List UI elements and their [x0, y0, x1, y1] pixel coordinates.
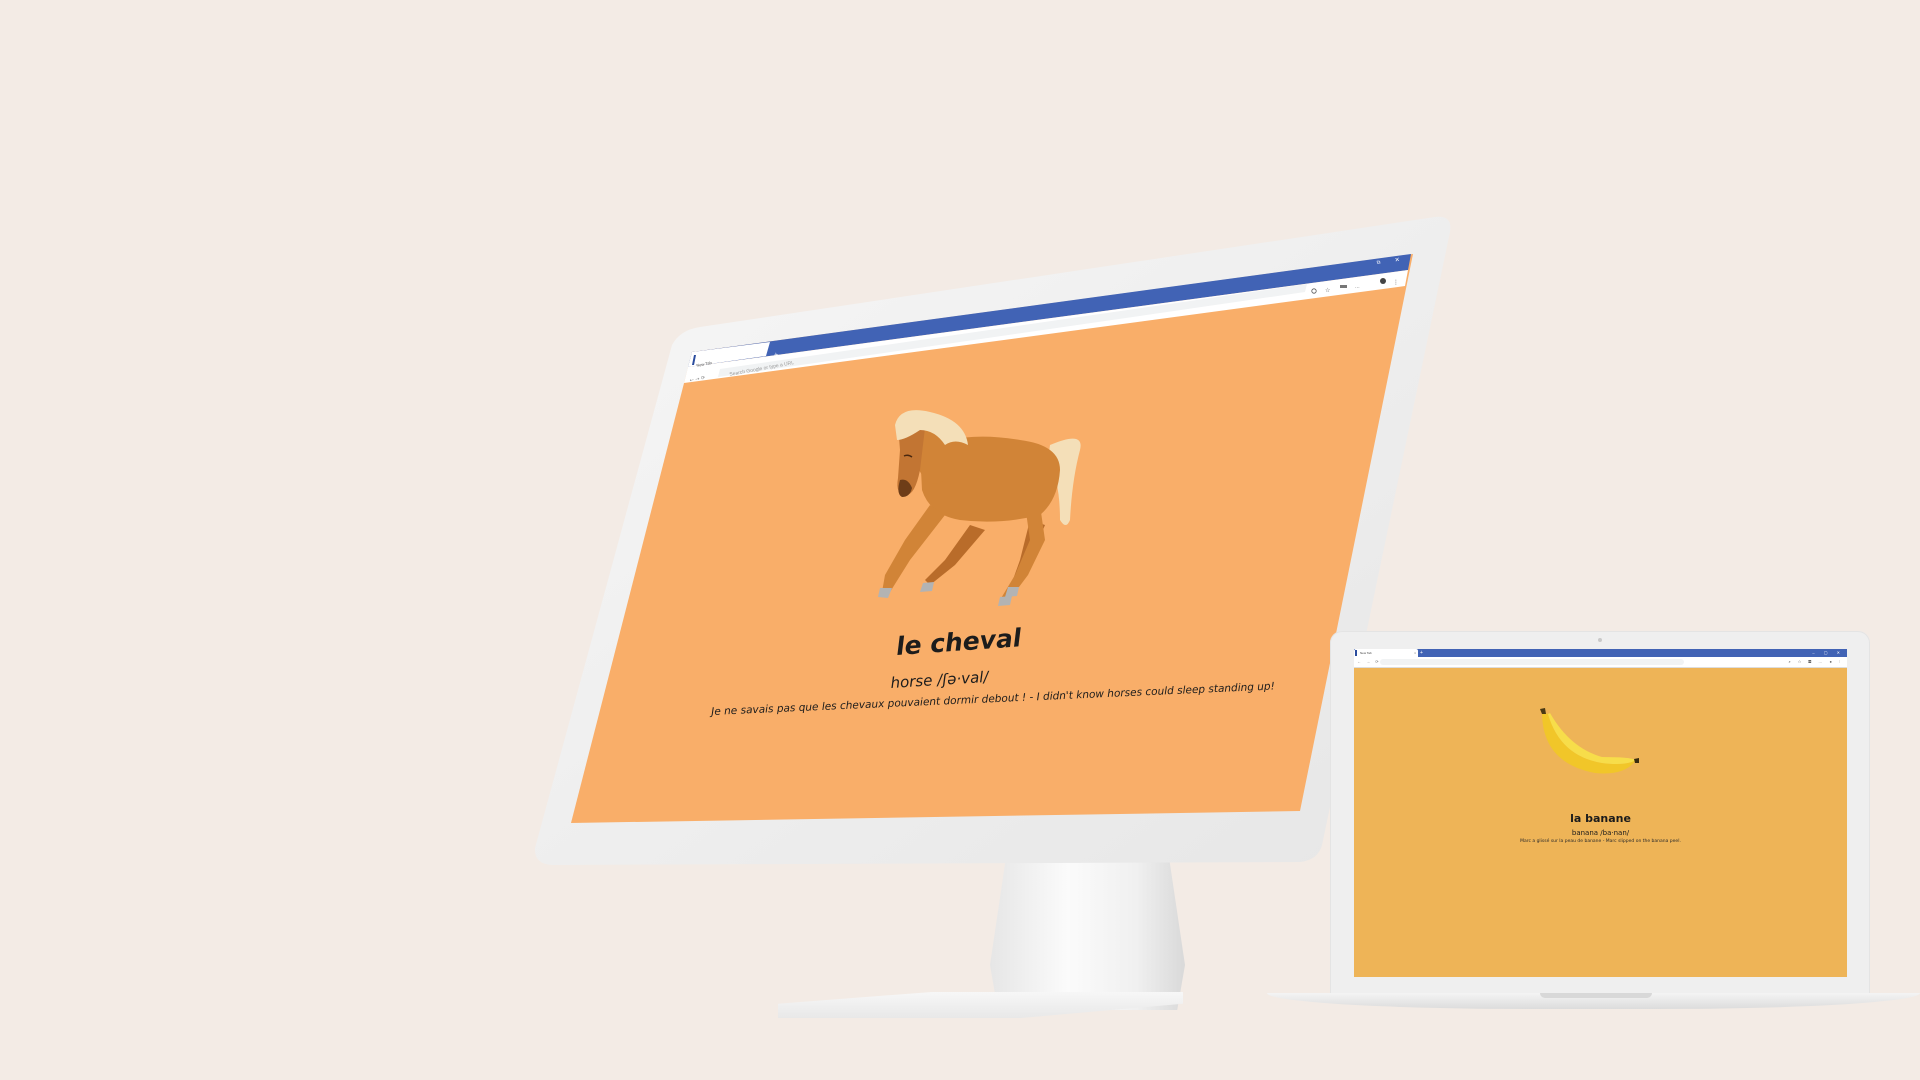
- banana-illustration: [1540, 708, 1639, 774]
- ellipsis-icon[interactable]: ⋯: [1355, 285, 1360, 291]
- star-icon[interactable]: ☆: [1325, 287, 1330, 294]
- window-controls[interactable]: – ▢ ✕: [1812, 649, 1844, 657]
- mockup-stage: + ← → ⟳ ⧉ ✕ ☆ ⋯ ⋮ New Tab Search Google …: [0, 0, 1920, 1080]
- laptop-page-content: la banane banana /ba·nan/ Marc a glissé …: [1354, 668, 1847, 977]
- laptop-screen: New Tab × + – ▢ ✕ ← → ⟳ ⌕ ☆ ▦ ⋯ ● ⋮ la b…: [1354, 649, 1847, 977]
- vocab-example-sentence: Marc a glissé sur la peau de banane - Ma…: [1520, 839, 1681, 844]
- nav-buttons[interactable]: ← → ⟳: [1357, 657, 1381, 667]
- tab-close-icon[interactable]: ×: [1414, 649, 1416, 657]
- laptop-omnibox[interactable]: [1380, 659, 1684, 665]
- laptop-browser-titlebar: New Tab × + – ▢ ✕: [1354, 649, 1847, 657]
- vocab-word: la banane: [1570, 812, 1631, 825]
- new-tab-button[interactable]: +: [1420, 649, 1423, 657]
- window-close-button[interactable]: ✕: [1394, 256, 1400, 264]
- laptop-camera: [1598, 638, 1602, 642]
- profile-icon[interactable]: [1380, 278, 1386, 284]
- laptop-browser-toolbar: ← → ⟳ ⌕ ☆ ▦ ⋯ ● ⋮: [1354, 657, 1847, 668]
- laptop-notch: [1540, 993, 1652, 998]
- laptop-browser-tab[interactable]: New Tab ×: [1354, 649, 1418, 657]
- vocab-pronunciation: banana /ba·nan/: [1571, 829, 1630, 837]
- tab-logo-icon: [1355, 650, 1357, 656]
- extensions-icon[interactable]: [1340, 285, 1347, 288]
- laptop-tab-title: New Tab: [1360, 651, 1372, 655]
- menu-icon[interactable]: ⋮: [1393, 279, 1399, 286]
- toolbar-icons[interactable]: ⌕ ☆ ▦ ⋯ ● ⋮: [1788, 657, 1843, 667]
